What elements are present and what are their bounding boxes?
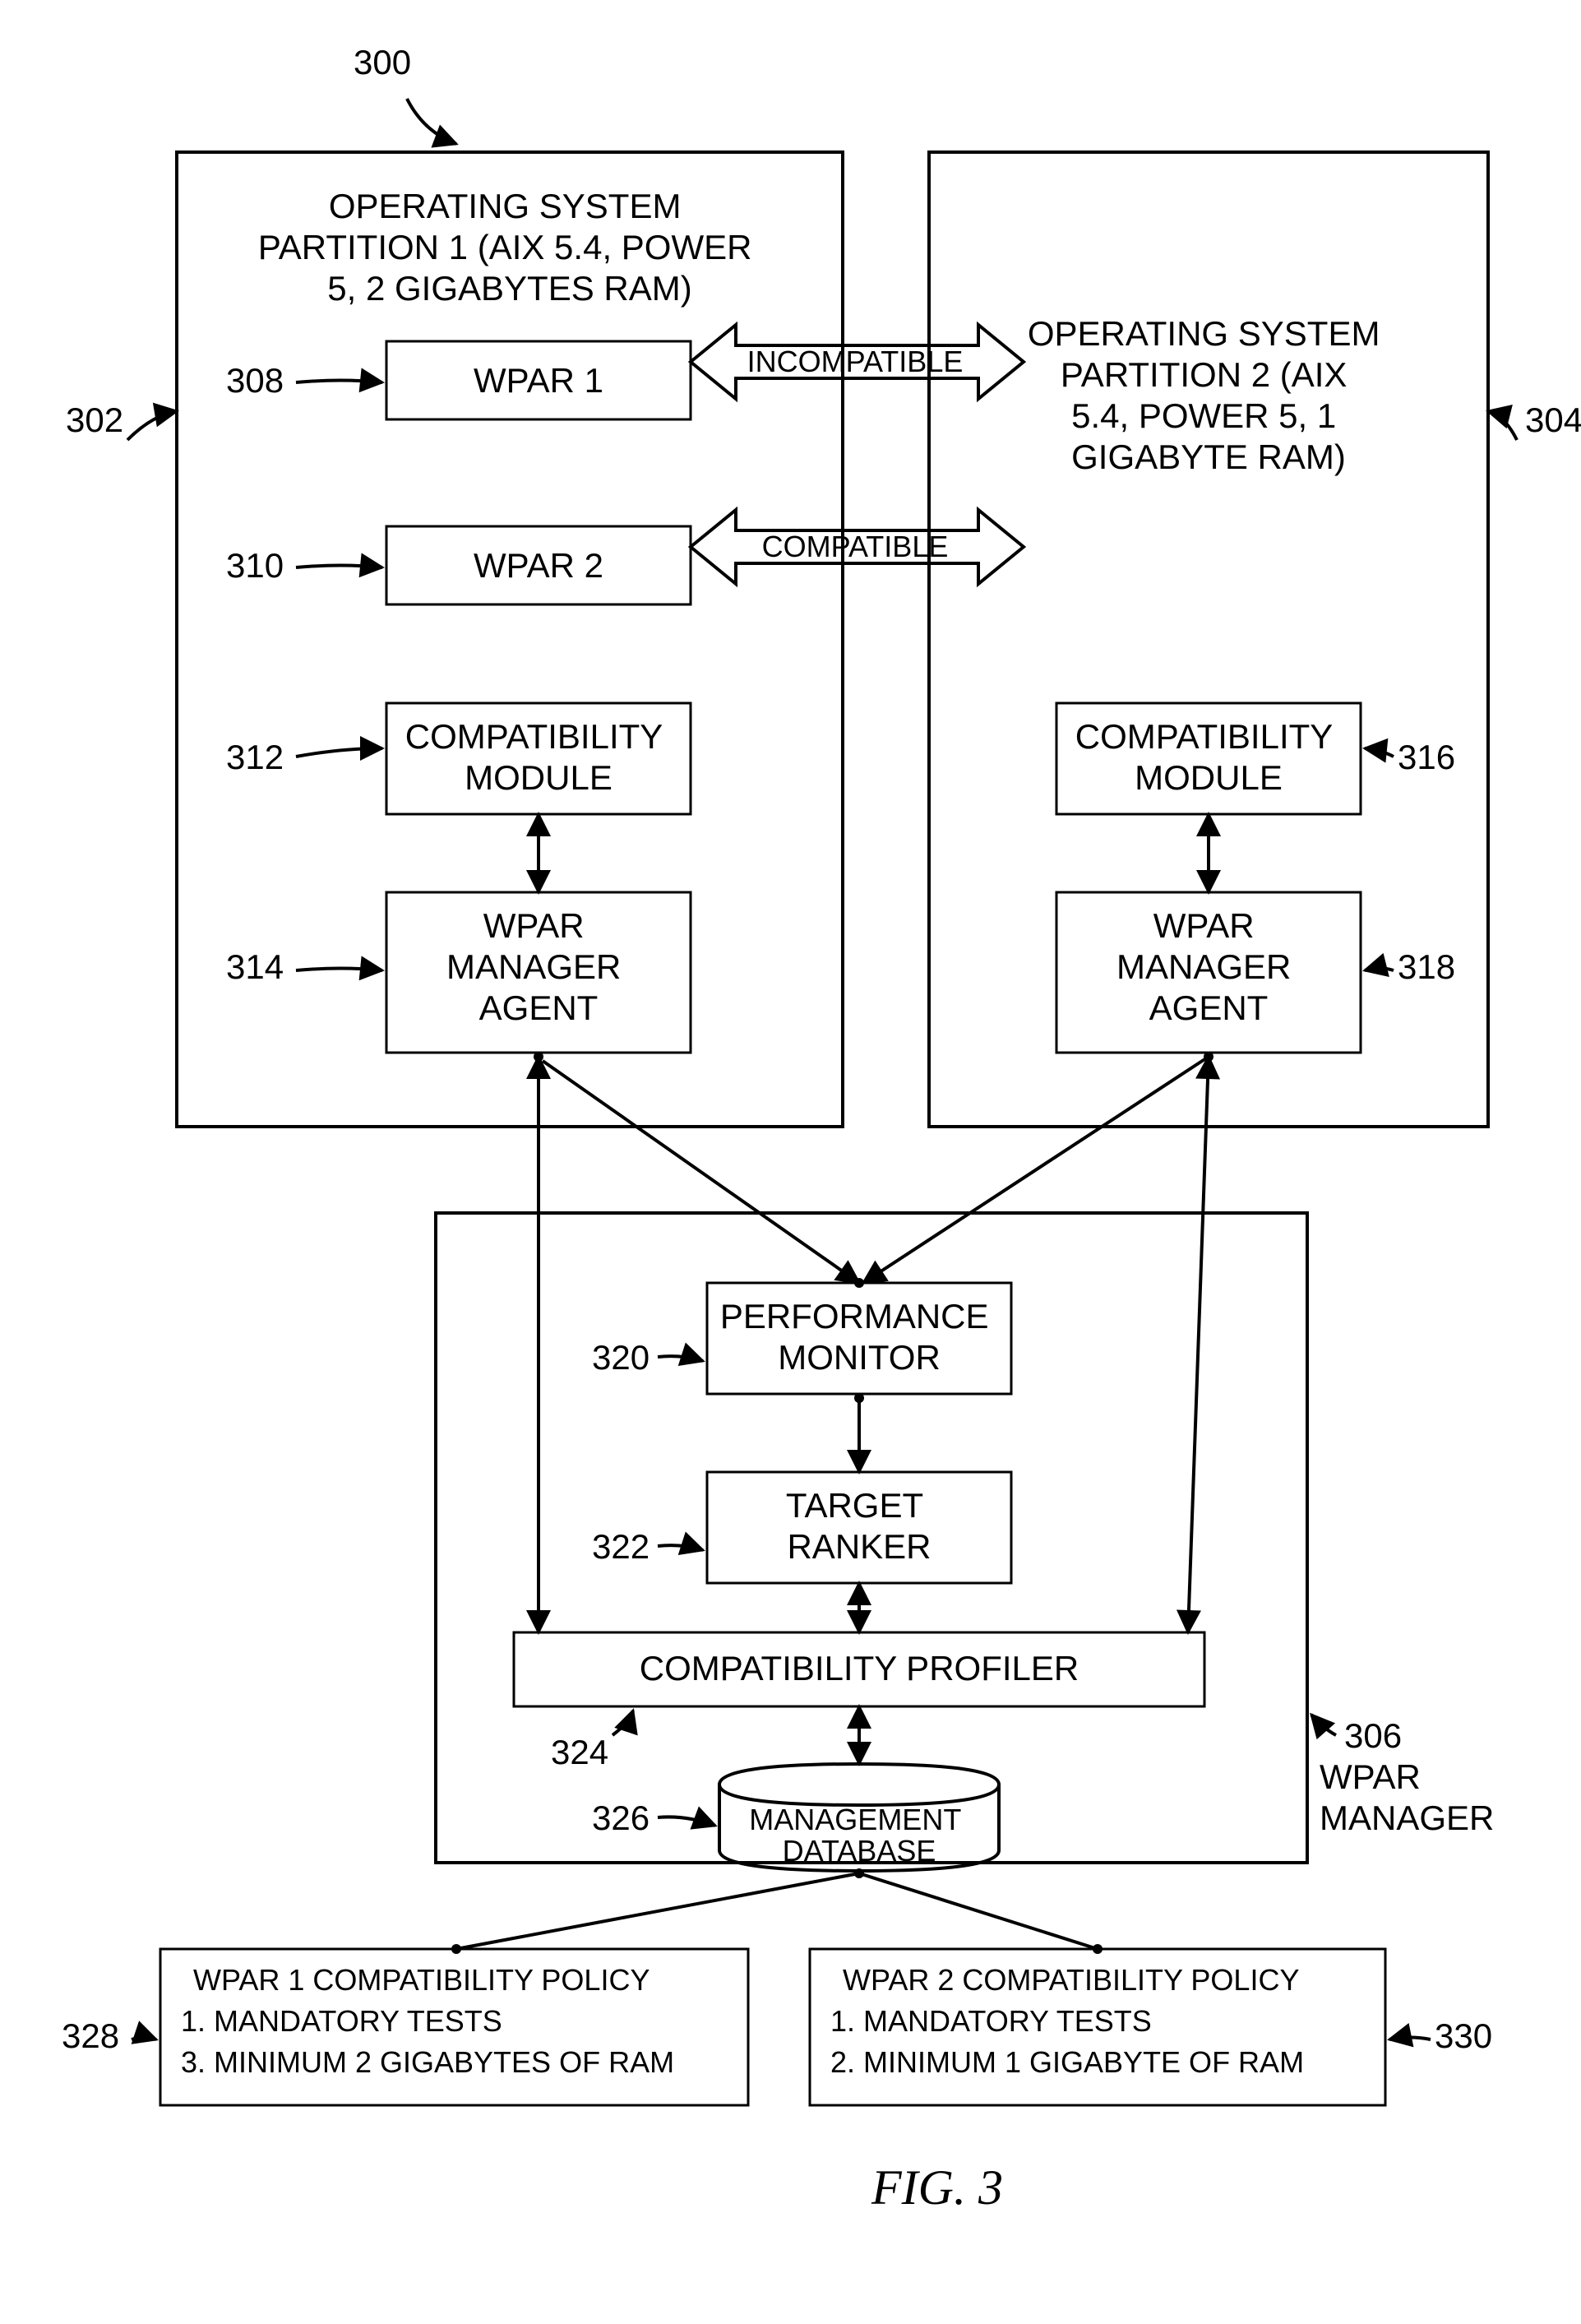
ref-320: 320 bbox=[592, 1338, 650, 1377]
ref-324: 324 bbox=[551, 1733, 608, 1771]
ref-328: 328 bbox=[62, 2016, 119, 2055]
ref-306: 306 bbox=[1344, 1716, 1402, 1755]
wpar2-label: WPAR 2 bbox=[474, 546, 603, 585]
compat-profiler-label: COMPATIBILITY PROFILER bbox=[640, 1649, 1079, 1687]
ref-318: 318 bbox=[1398, 947, 1455, 986]
wpar-manager-label: WPAR MANAGER bbox=[1320, 1757, 1494, 1837]
ref-308: 308 bbox=[226, 361, 284, 400]
ref-330: 330 bbox=[1435, 2016, 1492, 2055]
diagram: 300 OPERATING SYSTEM PARTITION 1 (AIX 5.… bbox=[0, 0, 1581, 2324]
ref-304: 304 bbox=[1525, 400, 1581, 439]
ref-314: 314 bbox=[226, 947, 284, 986]
arrow-incompatible: INCOMPATIBLE bbox=[747, 345, 964, 378]
figure-caption: FIG. 3 bbox=[871, 2160, 1003, 2215]
wpar1-label: WPAR 1 bbox=[474, 361, 603, 400]
db-label: MANAGEMENT DATABASE bbox=[749, 1803, 968, 1868]
ref-316: 316 bbox=[1398, 738, 1455, 776]
ref-310: 310 bbox=[226, 546, 284, 585]
ref-322: 322 bbox=[592, 1527, 650, 1566]
partition1-title: OPERATING SYSTEM PARTITION 1 (AIX 5.4, P… bbox=[258, 187, 761, 308]
figure-number: 300 bbox=[354, 43, 411, 81]
partition2-title: OPERATING SYSTEM PARTITION 2 (AIX 5.4, P… bbox=[1028, 314, 1389, 476]
arrow-compatible: COMPATIBLE bbox=[762, 530, 949, 563]
ref-312: 312 bbox=[226, 738, 284, 776]
ref-302: 302 bbox=[66, 400, 123, 439]
ref-326: 326 bbox=[592, 1799, 650, 1837]
